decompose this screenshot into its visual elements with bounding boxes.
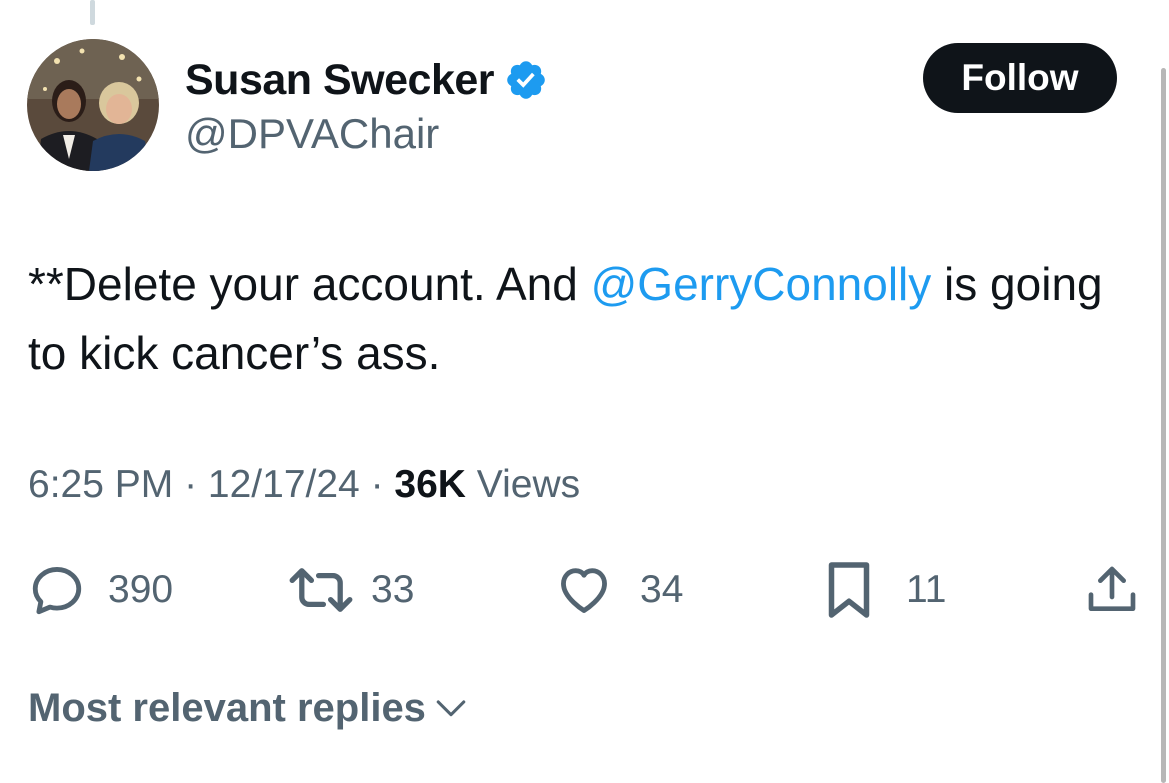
action-bar: 390 33 34 11	[0, 555, 1169, 625]
replies-sort-label: Most relevant replies	[28, 686, 426, 730]
display-name[interactable]: Susan Swecker	[185, 56, 495, 105]
reply-count: 390	[108, 568, 174, 611]
chevron-down-icon	[436, 699, 466, 716]
mention-link[interactable]: @GerryConnolly	[591, 258, 932, 310]
tweet-time[interactable]: 6:25 PM	[28, 463, 173, 506]
bookmark-button[interactable]: 11	[824, 555, 947, 625]
share-button[interactable]	[1084, 555, 1140, 625]
tweet-date[interactable]: 12/17/24	[208, 463, 360, 506]
tweet-text-start: **Delete your account. And	[28, 258, 591, 310]
bookmark-icon	[828, 562, 870, 618]
share-icon	[1088, 566, 1136, 611]
like-count: 34	[640, 568, 684, 611]
tweet-text: **Delete your account. And @GerryConnoll…	[28, 250, 1128, 388]
retweet-icon	[289, 568, 353, 612]
reply-icon	[32, 567, 82, 615]
tweet-meta: 6:25 PM · 12/17/24 · 36K Views	[28, 463, 580, 507]
views-count: 36K	[394, 463, 466, 506]
follow-button[interactable]: Follow	[923, 43, 1117, 113]
replies-sort-dropdown[interactable]: Most relevant replies	[28, 686, 468, 731]
reply-button[interactable]: 390	[28, 555, 173, 625]
thread-connector-line	[90, 0, 95, 25]
verified-badge-icon	[504, 58, 548, 102]
meta-separator: ·	[359, 463, 395, 506]
meta-separator: ·	[173, 463, 208, 506]
bookmark-count: 11	[906, 568, 947, 611]
retweet-count: 33	[371, 568, 415, 611]
user-handle[interactable]: @DPVAChair	[185, 110, 439, 158]
avatar[interactable]	[27, 39, 159, 171]
display-name-row: Susan Swecker	[185, 55, 548, 105]
retweet-button[interactable]: 33	[285, 555, 414, 625]
views-label: Views	[476, 463, 581, 506]
scrollbar[interactable]	[1161, 68, 1166, 783]
heart-icon	[561, 568, 607, 613]
like-button[interactable]: 34	[554, 555, 683, 625]
